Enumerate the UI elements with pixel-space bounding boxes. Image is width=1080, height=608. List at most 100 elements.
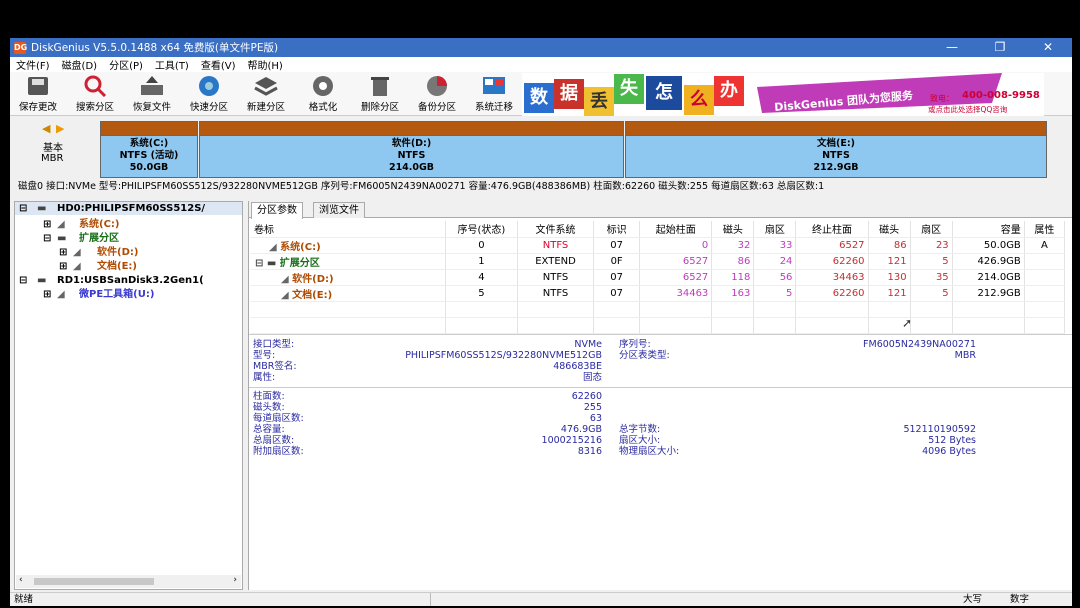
disk-basic-label: 基本 <box>43 143 63 154</box>
info-label: 磁头数: <box>253 402 285 413</box>
tree-expander-icon[interactable]: ⊞ <box>43 289 51 301</box>
info-label: 附加扇区数: <box>253 446 304 457</box>
tree-item-hd0[interactable]: HD0:PHILIPSFM60SS512S/ <box>57 203 205 215</box>
tree-horizontal-scrollbar[interactable]: ‹ › <box>16 575 241 588</box>
quick-partition-button[interactable]: 快速分区 <box>181 75 237 115</box>
tab-browse-files[interactable]: 浏览文件 <box>313 202 365 218</box>
row-end-sector: 5 <box>910 285 953 302</box>
partition-icon: ◢ <box>269 241 281 253</box>
menu-help[interactable]: 帮助(H) <box>242 57 289 72</box>
info-value: 1000215216 <box>541 435 602 446</box>
menu-partition[interactable]: 分区(P) <box>103 57 149 72</box>
col-header[interactable]: 磁头 <box>711 221 755 238</box>
tree-item-d[interactable]: 软件(D:) <box>97 247 138 259</box>
tree-item-rd1[interactable]: RD1:USBSanDisk3.2Gen1( <box>57 275 204 287</box>
maximize-button[interactable]: ❐ <box>976 38 1024 57</box>
col-header[interactable]: 属性 <box>1024 221 1066 238</box>
delete-partition-button[interactable]: 删除分区 <box>352 75 408 115</box>
table-row[interactable]: ◢ 软件(D:) 4 NTFS 07 6527 118 56 34463 130… <box>251 269 1066 286</box>
ad-tile: 失 <box>614 74 644 104</box>
row-end-head: 86 <box>868 237 911 254</box>
tree-expander-icon[interactable]: ⊞ <box>43 219 51 231</box>
row-start-sector: 56 <box>753 269 797 286</box>
table-row[interactable]: ◢ 系统(C:) 0 NTFS 07 0 32 33 6527 86 23 50… <box>251 237 1066 254</box>
scroll-right-icon[interactable]: › <box>233 575 237 585</box>
new-partition-icon <box>252 75 280 97</box>
extended-partition-icon: ▬ <box>57 233 67 244</box>
tree-expander-icon[interactable]: ⊞ <box>59 247 67 259</box>
info-label: 柱面数: <box>253 391 285 402</box>
status-text: 就绪 <box>14 594 34 605</box>
partition-block-d[interactable]: 软件(D:) NTFS 214.0GB <box>199 121 624 178</box>
partition-icon: ◢ <box>281 289 293 301</box>
partition-c-name: 系统(C:) <box>129 138 169 149</box>
info-label: 总扇区数: <box>253 435 295 446</box>
col-header[interactable]: 扇区 <box>753 221 797 238</box>
info-label: 扇区大小: <box>619 435 661 446</box>
partition-block-c[interactable]: 系统(C:) NTFS (活动) 50.0GB <box>100 121 198 178</box>
system-migrate-button[interactable]: 系统迁移 <box>466 75 522 115</box>
format-button[interactable]: 格式化 <box>295 75 351 115</box>
new-partition-button[interactable]: 新建分区 <box>238 75 294 115</box>
row-fs: NTFS <box>517 285 595 302</box>
col-header[interactable]: 磁头 <box>868 221 911 238</box>
search-partition-button[interactable]: 搜索分区 <box>67 75 123 115</box>
recover-files-button[interactable]: 恢复文件 <box>124 75 180 115</box>
info-value: 512110190592 <box>903 424 976 435</box>
menu-file[interactable]: 文件(F) <box>10 57 56 72</box>
row-capacity: 426.9GB <box>952 253 1025 270</box>
col-header[interactable]: 文件系统 <box>517 221 595 238</box>
status-bar: 就绪 大写 数字 <box>10 592 1072 606</box>
partition-d-size: 214.0GB <box>388 162 435 173</box>
row-start-cyl: 0 <box>639 237 713 254</box>
support-ad-banner[interactable]: 数 据 丢 失 怎 么 办 DiskGenius 团队为您服务 致电： 400-… <box>522 73 1044 116</box>
info-label: 属性: <box>253 372 276 383</box>
tree-item-u[interactable]: 微PE工具箱(U:) <box>79 289 154 301</box>
info-value: MBR <box>954 350 976 361</box>
tree-expander-icon[interactable]: ⊞ <box>59 261 67 273</box>
col-header[interactable]: 扇区 <box>910 221 953 238</box>
col-header[interactable]: 卷标 <box>251 221 446 238</box>
ad-tile: 怎 <box>646 76 682 110</box>
row-capacity: 214.0GB <box>952 269 1025 286</box>
info-label: 型号: <box>253 350 276 361</box>
ad-tile: 数 <box>524 83 554 113</box>
ad-phone-prefix: 致电： <box>930 94 954 103</box>
menu-view[interactable]: 查看(V) <box>195 57 242 72</box>
row-start-head: 118 <box>711 269 755 286</box>
save-changes-button[interactable]: 保存更改 <box>10 75 66 115</box>
tree-expander-icon[interactable]: ⊟ <box>19 203 27 215</box>
prev-disk-arrow-icon[interactable]: ◀ <box>42 122 50 135</box>
tree-expander-icon[interactable]: ⊟ <box>19 275 27 287</box>
ad-qq-link[interactable]: 或点击此处选择QQ咨询 <box>928 104 1007 115</box>
partition-block-e[interactable]: 文档(E:) NTFS 212.9GB <box>625 121 1047 178</box>
col-header[interactable]: 容量 <box>952 221 1025 238</box>
info-label: MBR签名: <box>253 361 297 372</box>
menu-bar: 文件(F) 磁盘(D) 分区(P) 工具(T) 查看(V) 帮助(H) <box>10 57 1072 72</box>
tree-item-extended[interactable]: 扩展分区 <box>79 233 119 245</box>
col-header[interactable]: 序号(状态) <box>445 221 518 238</box>
close-button[interactable]: ✕ <box>1024 38 1072 57</box>
tree-item-c[interactable]: 系统(C:) <box>79 219 119 231</box>
col-header[interactable]: 标识 <box>593 221 641 238</box>
divider <box>249 334 1072 335</box>
minimize-button[interactable]: — <box>928 38 976 57</box>
table-row[interactable]: ◢ 文档(E:) 5 NTFS 07 34463 163 5 62260 121… <box>251 285 1066 302</box>
tree-expander-icon[interactable]: ⊟ <box>43 233 51 245</box>
menu-disk[interactable]: 磁盘(D) <box>56 57 104 72</box>
backup-partition-button[interactable]: 备份分区 <box>409 75 465 115</box>
tab-partition-params[interactable]: 分区参数 <box>251 202 303 219</box>
delete-icon <box>366 75 394 97</box>
table-row[interactable]: ⊟ ▬ 扩展分区 1 EXTEND 0F 6527 86 24 62260 12… <box>251 253 1066 270</box>
tree-item-e[interactable]: 文档(E:) <box>97 261 137 273</box>
col-header[interactable]: 终止柱面 <box>795 221 869 238</box>
partition-e-name: 文档(E:) <box>817 138 855 149</box>
next-disk-arrow-icon[interactable]: ▶ <box>56 122 64 135</box>
menu-tools[interactable]: 工具(T) <box>149 57 195 72</box>
scroll-left-icon[interactable]: ‹ <box>19 575 23 585</box>
row-attr: A <box>1024 237 1066 254</box>
col-header[interactable]: 起始柱面 <box>639 221 713 238</box>
usb-disk-icon: ▬ <box>37 275 47 286</box>
info-label: 总字节数: <box>619 424 661 435</box>
info-value: 8316 <box>577 446 602 457</box>
